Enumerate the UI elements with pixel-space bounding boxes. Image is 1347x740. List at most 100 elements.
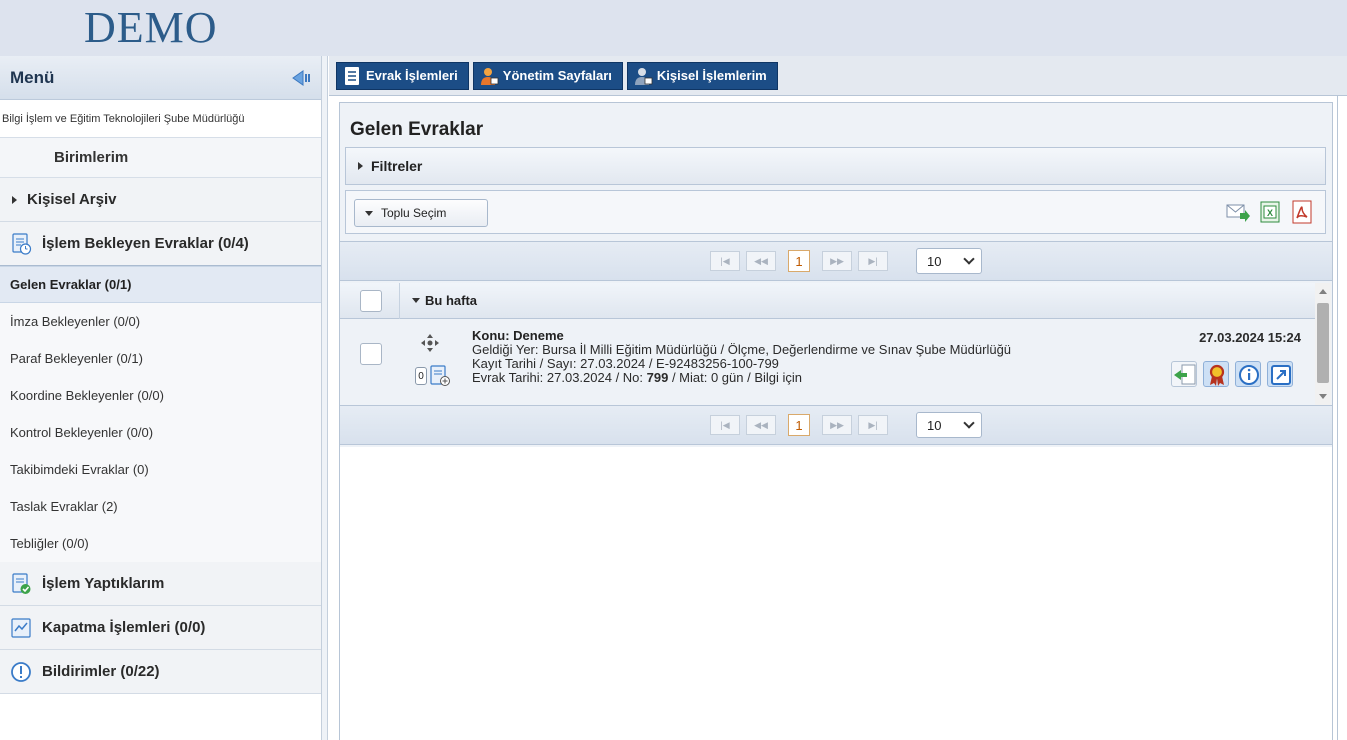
page-size-value: 10: [927, 417, 942, 433]
attachment-count: 0: [415, 367, 427, 385]
page-size-value: 10: [927, 253, 942, 269]
document-subject: Konu: Deneme: [472, 328, 564, 343]
bulk-select-button[interactable]: Toplu Seçim: [354, 199, 488, 227]
document-from: Geldiği Yer: Bursa İl Milli Eğitim Müdür…: [472, 342, 1012, 357]
birimlerim-button[interactable]: Birimlerim: [0, 138, 321, 178]
scroll-up-icon[interactable]: [1319, 289, 1327, 294]
pdf-export-icon[interactable]: [1289, 199, 1315, 225]
expand-arrow-icon: [12, 195, 17, 204]
prev-page-button[interactable]: ◀◀: [746, 415, 776, 435]
sidebar-item-gelen-evraklar[interactable]: Gelen Evraklar (0/1): [0, 266, 321, 303]
accordion-label: Kişisel Arşiv: [27, 191, 117, 208]
info-icon[interactable]: [1235, 361, 1261, 387]
accordion-islem-yaptiklarim[interactable]: İşlem Yaptıklarım: [0, 562, 321, 606]
list-toolbar: Toplu Seçim X: [345, 190, 1326, 234]
pending-submenu: Gelen Evraklar (0/1) İmza Bekleyenler (0…: [0, 266, 321, 562]
main-area: Evrak İşlemleri Yönetim Sayfaları Kişise…: [329, 56, 1347, 740]
document-details: Evrak Tarihi: 27.03.2024 / No: 799 / Mia…: [472, 371, 1011, 385]
notification-icon: [10, 661, 32, 683]
sidebar-item-paraf-bekleyenler[interactable]: Paraf Bekleyenler (0/1): [0, 340, 321, 377]
document-registration: Kayıt Tarihi / Sayı: 27.03.2024 / E-9248…: [472, 356, 779, 371]
page-number[interactable]: 1: [788, 250, 810, 272]
group-header-bu-hafta[interactable]: Bu hafta: [340, 282, 1315, 319]
list-scrollbar[interactable]: [1315, 283, 1331, 405]
chevron-down-icon: [963, 417, 975, 429]
collapse-arrow-icon: [412, 298, 420, 303]
move-drag-icon[interactable]: [420, 333, 440, 353]
filters-label: Filtreler: [371, 158, 423, 174]
scroll-down-icon[interactable]: [1319, 394, 1327, 399]
svg-text:X: X: [1267, 208, 1273, 218]
attachment-badge[interactable]: 0: [415, 365, 451, 387]
pending-documents-icon: [10, 232, 32, 255]
pager-bottom: |◀ ◀◀ 1 ▶▶ ▶| 10: [340, 405, 1332, 445]
tab-yonetim-sayfalari[interactable]: Yönetim Sayfaları: [472, 61, 623, 90]
email-export-icon[interactable]: [1225, 199, 1251, 225]
page-title: Gelen Evraklar: [350, 119, 484, 140]
tab-label: Kişisel İşlemlerim: [656, 68, 767, 83]
group-label-text: Bu hafta: [425, 293, 477, 308]
group-label: Bu hafta: [412, 293, 477, 308]
sidebar-item-imza-bekleyenler[interactable]: İmza Bekleyenler (0/0): [0, 303, 321, 340]
sidebar-splitter[interactable]: [322, 56, 328, 740]
column-divider: [399, 282, 400, 319]
open-external-icon[interactable]: [1267, 361, 1293, 387]
export-actions: X: [1225, 199, 1315, 225]
document-meta-suffix: / Miat: 0 gün / Bilgi için: [668, 370, 803, 385]
next-page-button[interactable]: ▶▶: [822, 415, 852, 435]
tab-kisisel-islemlerim[interactable]: Kişisel İşlemlerim: [626, 61, 778, 90]
row-actions: [1171, 361, 1293, 387]
completed-documents-icon: [10, 572, 32, 595]
last-page-button[interactable]: ▶|: [858, 415, 888, 435]
prev-page-button[interactable]: ◀◀: [746, 251, 776, 271]
accordion-label: İşlem Yaptıklarım: [42, 575, 165, 592]
sidebar: Menü Bilgi İşlem ve Eğitim Teknolojileri…: [0, 56, 322, 740]
forward-document-icon[interactable]: [1171, 361, 1197, 387]
document-summary[interactable]: Konu: Deneme Geldiği Yer: Bursa İl Milli…: [472, 329, 1011, 385]
select-all-checkbox[interactable]: [360, 289, 382, 312]
sidebar-item-takibimdeki-evraklar[interactable]: Takibimdeki Evraklar (0): [0, 451, 321, 488]
sidebar-item-tebligler[interactable]: Tebliğler (0/0): [0, 525, 321, 562]
menu-header: Menü: [0, 56, 321, 100]
inbox-panel: Gelen Evraklar Filtreler Toplu Seçim X |…: [340, 103, 1332, 447]
bulk-select-label: Toplu Seçim: [381, 206, 447, 220]
document-datetime: 27.03.2024 15:24: [1199, 330, 1301, 345]
document-number: 799: [646, 370, 669, 385]
accordion-kapatma[interactable]: Kapatma İşlemleri (0/0): [0, 606, 321, 650]
accordion-bildirimler[interactable]: Bildirimler (0/22): [0, 650, 321, 694]
sidebar-item-kontrol-bekleyenler[interactable]: Kontrol Bekleyenler (0/0): [0, 414, 321, 451]
page-size-select[interactable]: 10: [916, 412, 982, 438]
signature-ribbon-icon[interactable]: [1203, 361, 1229, 387]
tab-label: Yönetim Sayfaları: [502, 68, 612, 83]
table-row[interactable]: 0 Konu: Deneme Geldiği Yer: Bursa İl Mil…: [340, 319, 1315, 405]
tab-evrak-islemleri[interactable]: Evrak İşlemleri: [336, 61, 469, 90]
menu-title: Menü: [10, 67, 55, 87]
page-number[interactable]: 1: [788, 414, 810, 436]
pager-top: |◀ ◀◀ 1 ▶▶ ▶| 10: [340, 241, 1332, 281]
chevron-down-icon: [365, 210, 373, 216]
row-checkbox[interactable]: [360, 343, 382, 365]
app-header: DEMO: [0, 0, 1347, 56]
tab-label: Evrak İşlemleri: [366, 68, 458, 83]
accordion-label: İşlem Bekleyen Evraklar (0/4): [42, 235, 249, 252]
sidebar-item-taslak-evraklar[interactable]: Taslak Evraklar (2): [0, 488, 321, 525]
top-nav: Evrak İşlemleri Yönetim Sayfaları Kişise…: [329, 56, 1347, 96]
scroll-thumb[interactable]: [1317, 303, 1329, 383]
chevron-down-icon: [963, 253, 975, 265]
org-name[interactable]: Bilgi İşlem ve Eğitim Teknolojileri Şube…: [0, 100, 321, 138]
document-icon: [342, 66, 362, 86]
accordion-kisisel-arsiv[interactable]: Kişisel Arşiv: [0, 178, 321, 222]
accordion-label: Bildirimler (0/22): [42, 663, 160, 680]
page-size-select[interactable]: 10: [916, 248, 982, 274]
right-panel-edge: [1337, 96, 1347, 740]
content-frame: Gelen Evraklar Filtreler Toplu Seçim X |…: [339, 102, 1333, 740]
accordion-islem-bekleyen[interactable]: İşlem Bekleyen Evraklar (0/4): [0, 222, 321, 266]
filters-toggle[interactable]: Filtreler: [345, 147, 1326, 185]
first-page-button[interactable]: |◀: [710, 415, 740, 435]
last-page-button[interactable]: ▶|: [858, 251, 888, 271]
first-page-button[interactable]: |◀: [710, 251, 740, 271]
next-page-button[interactable]: ▶▶: [822, 251, 852, 271]
excel-export-icon[interactable]: X: [1257, 199, 1283, 225]
collapse-arrow-icon[interactable]: [291, 69, 311, 86]
sidebar-item-koordine-bekleyenler[interactable]: Koordine Bekleyenler (0/0): [0, 377, 321, 414]
